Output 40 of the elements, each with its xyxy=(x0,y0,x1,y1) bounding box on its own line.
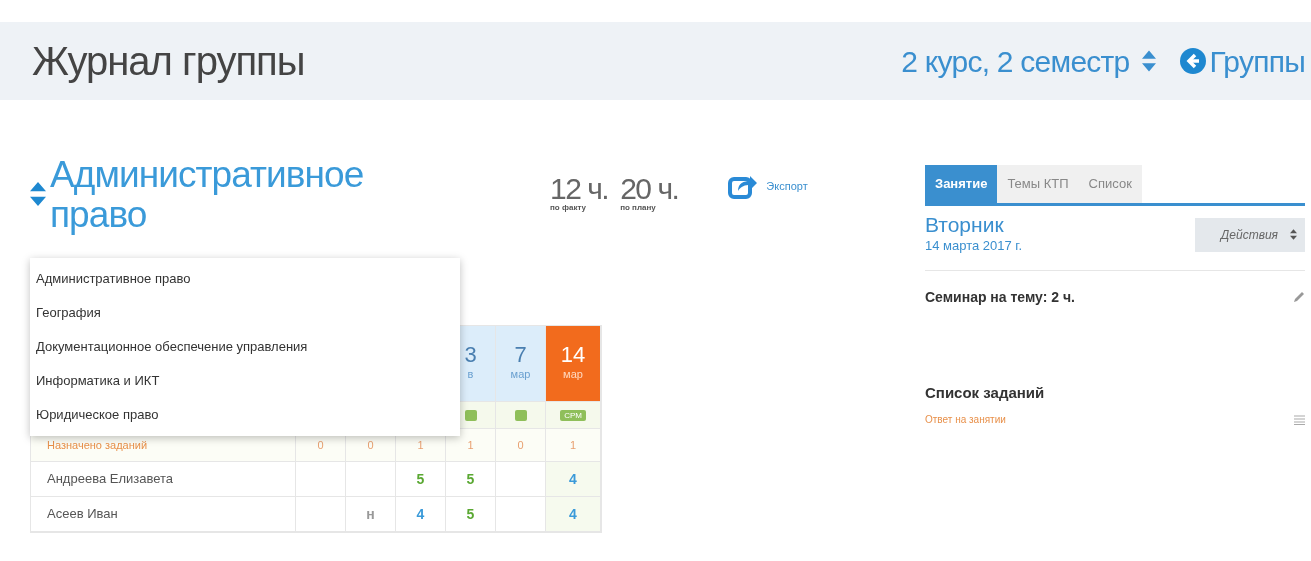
pencil-icon[interactable] xyxy=(1293,291,1305,303)
tab[interactable]: Темы КТП xyxy=(997,165,1079,203)
hours-label: по плану xyxy=(620,203,656,213)
sort-icon xyxy=(1290,229,1297,241)
section-title: Список заданий xyxy=(925,382,1046,403)
grade-cell[interactable]: н xyxy=(366,503,375,525)
weekday-title: Вторник xyxy=(925,214,1005,236)
sort-icon[interactable] xyxy=(30,181,46,207)
lesson-type-badge: СРМ xyxy=(560,409,586,421)
share-icon xyxy=(728,173,759,199)
date-header[interactable]: 14 мар xyxy=(546,326,601,401)
grade-cell[interactable]: 4 xyxy=(569,503,577,525)
sort-icon xyxy=(1141,50,1156,72)
date-header[interactable]: 7 мар xyxy=(496,326,546,401)
menu-item[interactable]: Юридическое право xyxy=(30,398,460,432)
task-item[interactable]: Ответ на занятии xyxy=(925,412,1006,427)
list-icon[interactable] xyxy=(1294,414,1305,425)
count-cell: 0 xyxy=(496,429,546,461)
grade-cell[interactable]: 5 xyxy=(466,468,475,490)
count-cell: 1 xyxy=(546,429,601,461)
grade-cell[interactable]: 4 xyxy=(416,503,425,525)
tab[interactable]: Занятие xyxy=(925,165,998,203)
hours-value: 20 ч. xyxy=(620,175,679,203)
lesson-topic: Семинар на тему: 2 ч. xyxy=(925,287,1075,307)
grade-cell[interactable]: 4 xyxy=(569,468,577,490)
page-title: Журнал группы xyxy=(32,38,305,85)
actions-button[interactable]: Действия xyxy=(1195,217,1305,252)
hours-label: по факту xyxy=(550,203,586,213)
menu-item[interactable]: Административное право xyxy=(30,262,460,296)
subject-title[interactable]: Административное право xyxy=(50,155,420,235)
lesson-date: 14 марта 2017 г. xyxy=(925,237,1023,255)
export-link[interactable]: Экспорт xyxy=(728,173,808,199)
groups-link[interactable]: Группы xyxy=(1179,38,1311,84)
grade-cell[interactable]: 5 xyxy=(466,503,475,525)
student-name: Асеев Иван xyxy=(31,497,296,531)
tab[interactable]: Список xyxy=(1078,165,1142,203)
grade-cell[interactable]: 5 xyxy=(416,468,425,490)
period-selector[interactable]: 2 курс, 2 семестр xyxy=(901,38,1156,84)
student-name: Андреева Елизавета xyxy=(31,462,296,496)
hours-value: 12 ч. xyxy=(550,175,609,203)
